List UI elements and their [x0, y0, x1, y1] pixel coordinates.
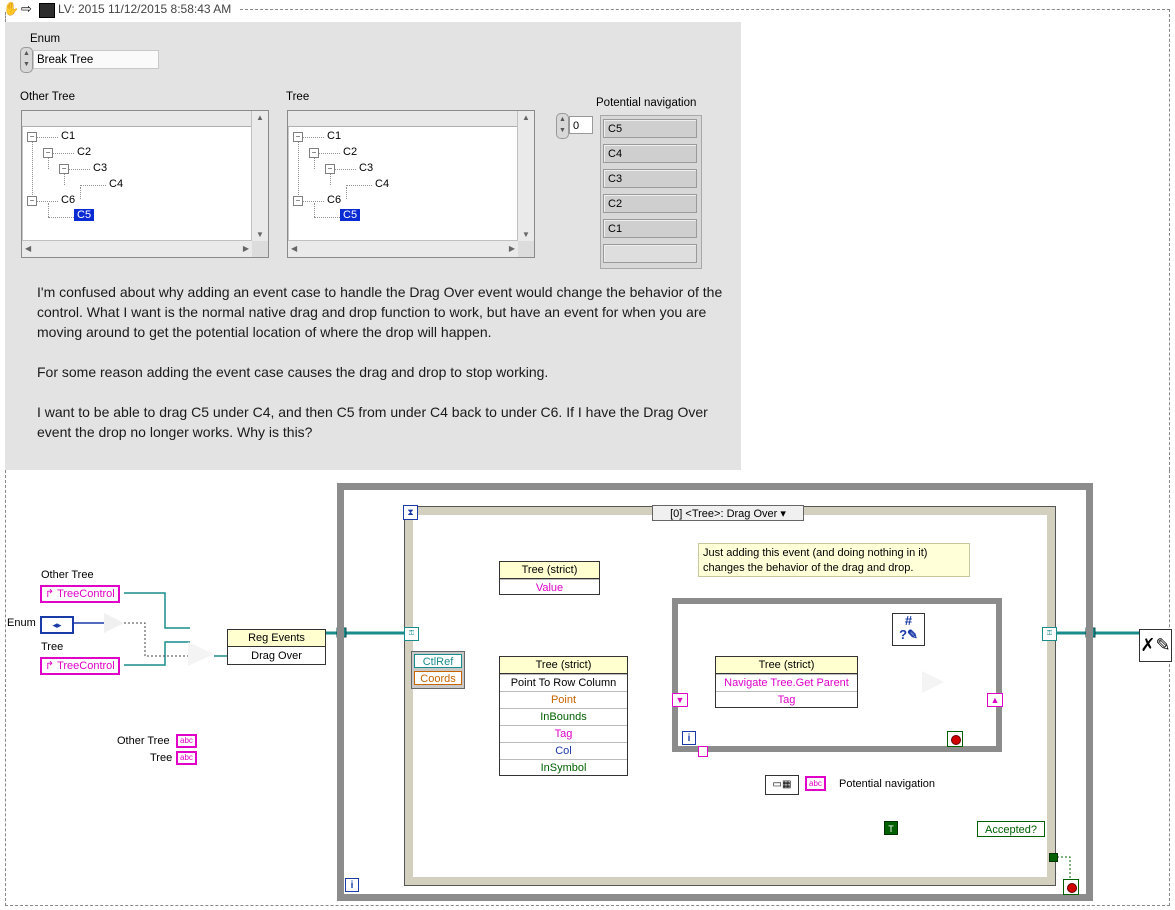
- ctlref-terminal[interactable]: CtlRef: [414, 654, 462, 668]
- property-node-header: Tree (strict): [500, 562, 599, 579]
- tag-row[interactable]: Tag: [500, 725, 627, 742]
- point-row[interactable]: Point: [500, 691, 627, 708]
- local-label: Other Tree: [117, 735, 170, 747]
- build-array-icon: ▭▦: [765, 775, 799, 795]
- coords-terminal[interactable]: Coords: [414, 671, 462, 685]
- invoke-node-header: Tree (strict): [716, 657, 857, 674]
- explain-error-icon[interactable]: # ?✎: [892, 613, 925, 646]
- not-equal-zero-icon: [104, 613, 124, 633]
- local-label: Tree: [150, 752, 173, 764]
- reg-events-header: Reg Events: [228, 630, 325, 647]
- event-data-node: CtlRef Coords: [411, 651, 465, 689]
- refnum-text: TreeControl: [57, 588, 115, 600]
- accepted-terminal[interactable]: Accepted?: [977, 821, 1045, 837]
- potential-nav-terminal-label: Potential navigation: [839, 778, 936, 790]
- outer-stop-icon[interactable]: [1063, 879, 1079, 895]
- other-tree-terminal-label: Other Tree: [41, 569, 94, 581]
- shift-register-right: ▲: [987, 693, 1003, 707]
- tree-property-node[interactable]: Tree (strict) Value: [499, 561, 600, 595]
- tag-row[interactable]: Tag: [716, 691, 857, 708]
- event-reg-terminal: ⚿: [404, 627, 419, 641]
- string-icon: abc: [180, 736, 193, 745]
- string-icon: abc: [809, 779, 822, 788]
- empty-string-icon: [922, 671, 944, 693]
- tunnel-icon: [698, 746, 708, 757]
- refnum-text: TreeControl: [57, 660, 115, 672]
- navigate-tree-node[interactable]: Tree (strict) Navigate Tree.Get Parent T…: [715, 656, 858, 708]
- select-icon: [188, 642, 214, 666]
- unregister-events-icon[interactable]: ✗✎: [1139, 629, 1172, 662]
- reg-events-node[interactable]: Reg Events Drag Over: [227, 629, 326, 665]
- property-value-row[interactable]: Value: [500, 579, 599, 596]
- tree-local[interactable]: abc: [176, 751, 197, 765]
- timeout-icon: ⧗: [403, 505, 418, 520]
- case-text: [0] <Tree>: Drag Over: [670, 508, 778, 520]
- invoke-method[interactable]: Point To Row Column: [500, 674, 627, 691]
- inner-stop-icon[interactable]: [947, 731, 963, 747]
- col-row[interactable]: Col: [500, 742, 627, 759]
- other-tree-local[interactable]: abc: [176, 734, 197, 748]
- inner-iteration-terminal: i: [682, 731, 696, 745]
- iteration-terminal: i: [345, 878, 359, 892]
- invoke-node-header: Tree (strict): [500, 657, 627, 674]
- tree-refnum[interactable]: ↱ TreeControl: [40, 657, 120, 675]
- shift-register-left: ▼: [672, 693, 688, 707]
- event-reg-terminal-right: ⚿: [1042, 627, 1057, 641]
- diagram-comment: Just adding this event (and doing nothin…: [698, 543, 970, 577]
- enum-terminal-label: Enum: [7, 617, 36, 629]
- string-icon: abc: [180, 753, 193, 762]
- navigate-method[interactable]: Navigate Tree.Get Parent: [716, 674, 857, 691]
- insymbol-row[interactable]: InSymbol: [500, 759, 627, 776]
- event-case-selector[interactable]: [0] <Tree>: Drag Over ▾: [652, 505, 804, 521]
- inbounds-row[interactable]: InBounds: [500, 708, 627, 725]
- tree-terminal-label: Tree: [41, 641, 64, 653]
- true-constant[interactable]: T: [884, 821, 898, 835]
- reg-events-row[interactable]: Drag Over: [228, 648, 325, 664]
- other-tree-refnum[interactable]: ↱ TreeControl: [40, 585, 120, 603]
- accepted-tunnel: [1049, 853, 1058, 862]
- potential-nav-indicator[interactable]: abc: [805, 776, 826, 791]
- enum-terminal[interactable]: ◂▸: [40, 616, 74, 634]
- point-to-row-column-node[interactable]: Tree (strict) Point To Row Column Point …: [499, 656, 628, 776]
